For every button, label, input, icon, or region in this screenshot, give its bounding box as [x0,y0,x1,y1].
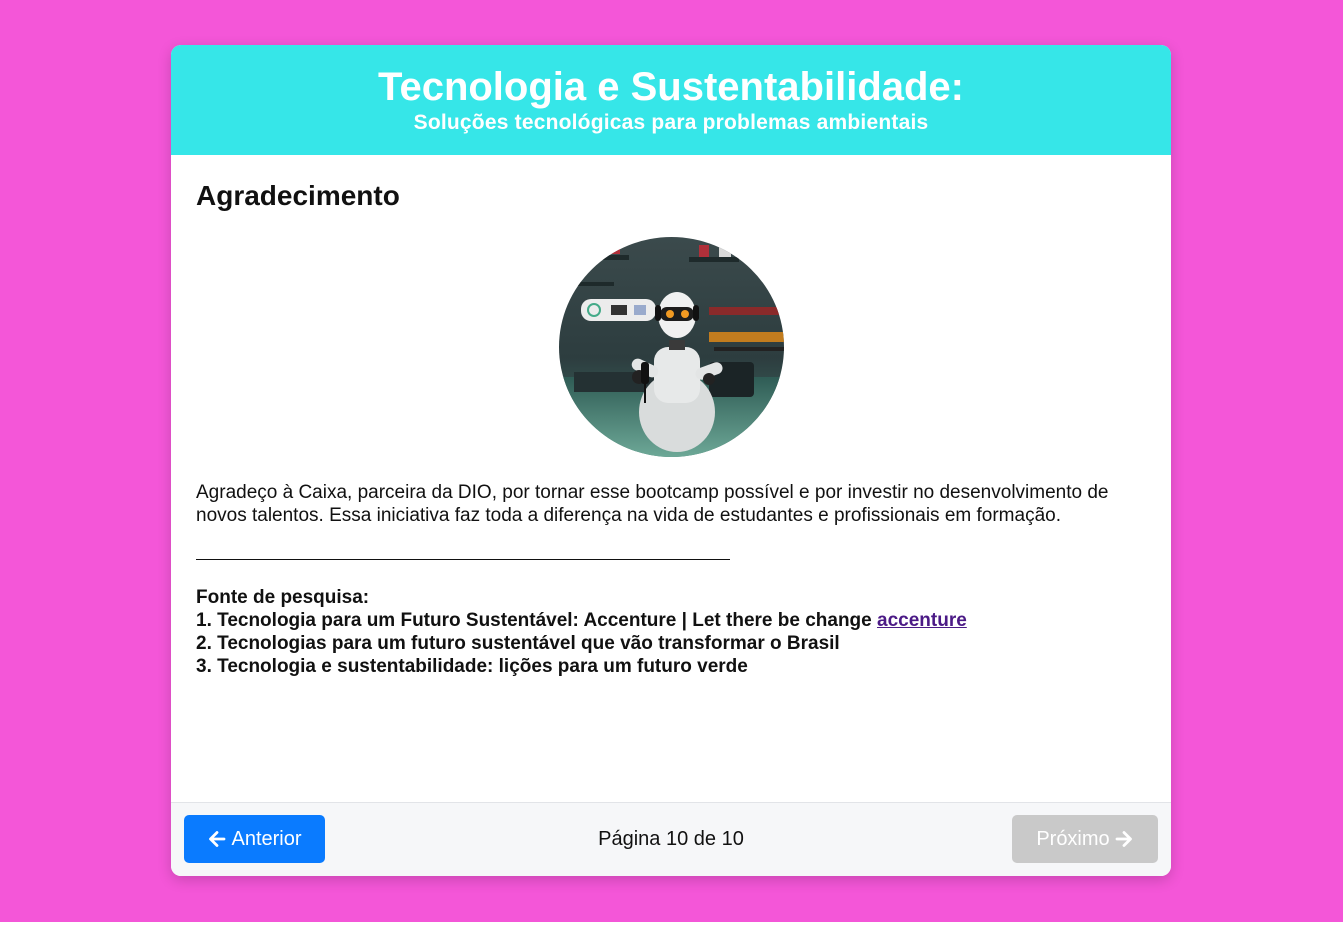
pagination-footer: Anterior Página 10 de 10 Próximo [171,802,1171,876]
section-heading: Agradecimento [196,180,400,211]
accenture-link[interactable]: accenture [877,610,967,631]
sources-block: Fonte de pesquisa: 1. Tecnologia para um… [196,586,1146,678]
next-button[interactable]: Próximo [1012,815,1158,863]
page-title: Tecnologia e Sustentabilidade: [377,65,964,109]
divider [196,559,730,560]
arrow-right-icon [1115,831,1132,847]
next-label: Próximo [1036,828,1110,850]
source-item: 1. Tecnologia para um Futuro Sustentável… [196,609,1146,632]
slide-content: Agradecimento Agradeço à Caixa, parceira… [171,155,1171,802]
page-subtitle: Soluções tecnológicas para problemas amb… [413,111,929,134]
slide-header: Tecnologia e Sustentabilidade: Soluções … [171,45,1171,155]
image-container [196,237,1146,457]
source-item: 2. Tecnologias para um futuro sustentáve… [196,633,840,654]
source-item: 3. Tecnologia e sustentabilidade: lições… [196,656,748,677]
robot-podcast-image [558,237,784,457]
slide-card: Tecnologia e Sustentabilidade: Soluções … [171,45,1171,876]
source-item-text: 1. Tecnologia para um Futuro Sustentável… [196,610,878,631]
acknowledgement-text: Agradeço à Caixa, parceira da DIO, por t… [196,482,1109,526]
sources-label: Fonte de pesquisa: [196,587,370,608]
